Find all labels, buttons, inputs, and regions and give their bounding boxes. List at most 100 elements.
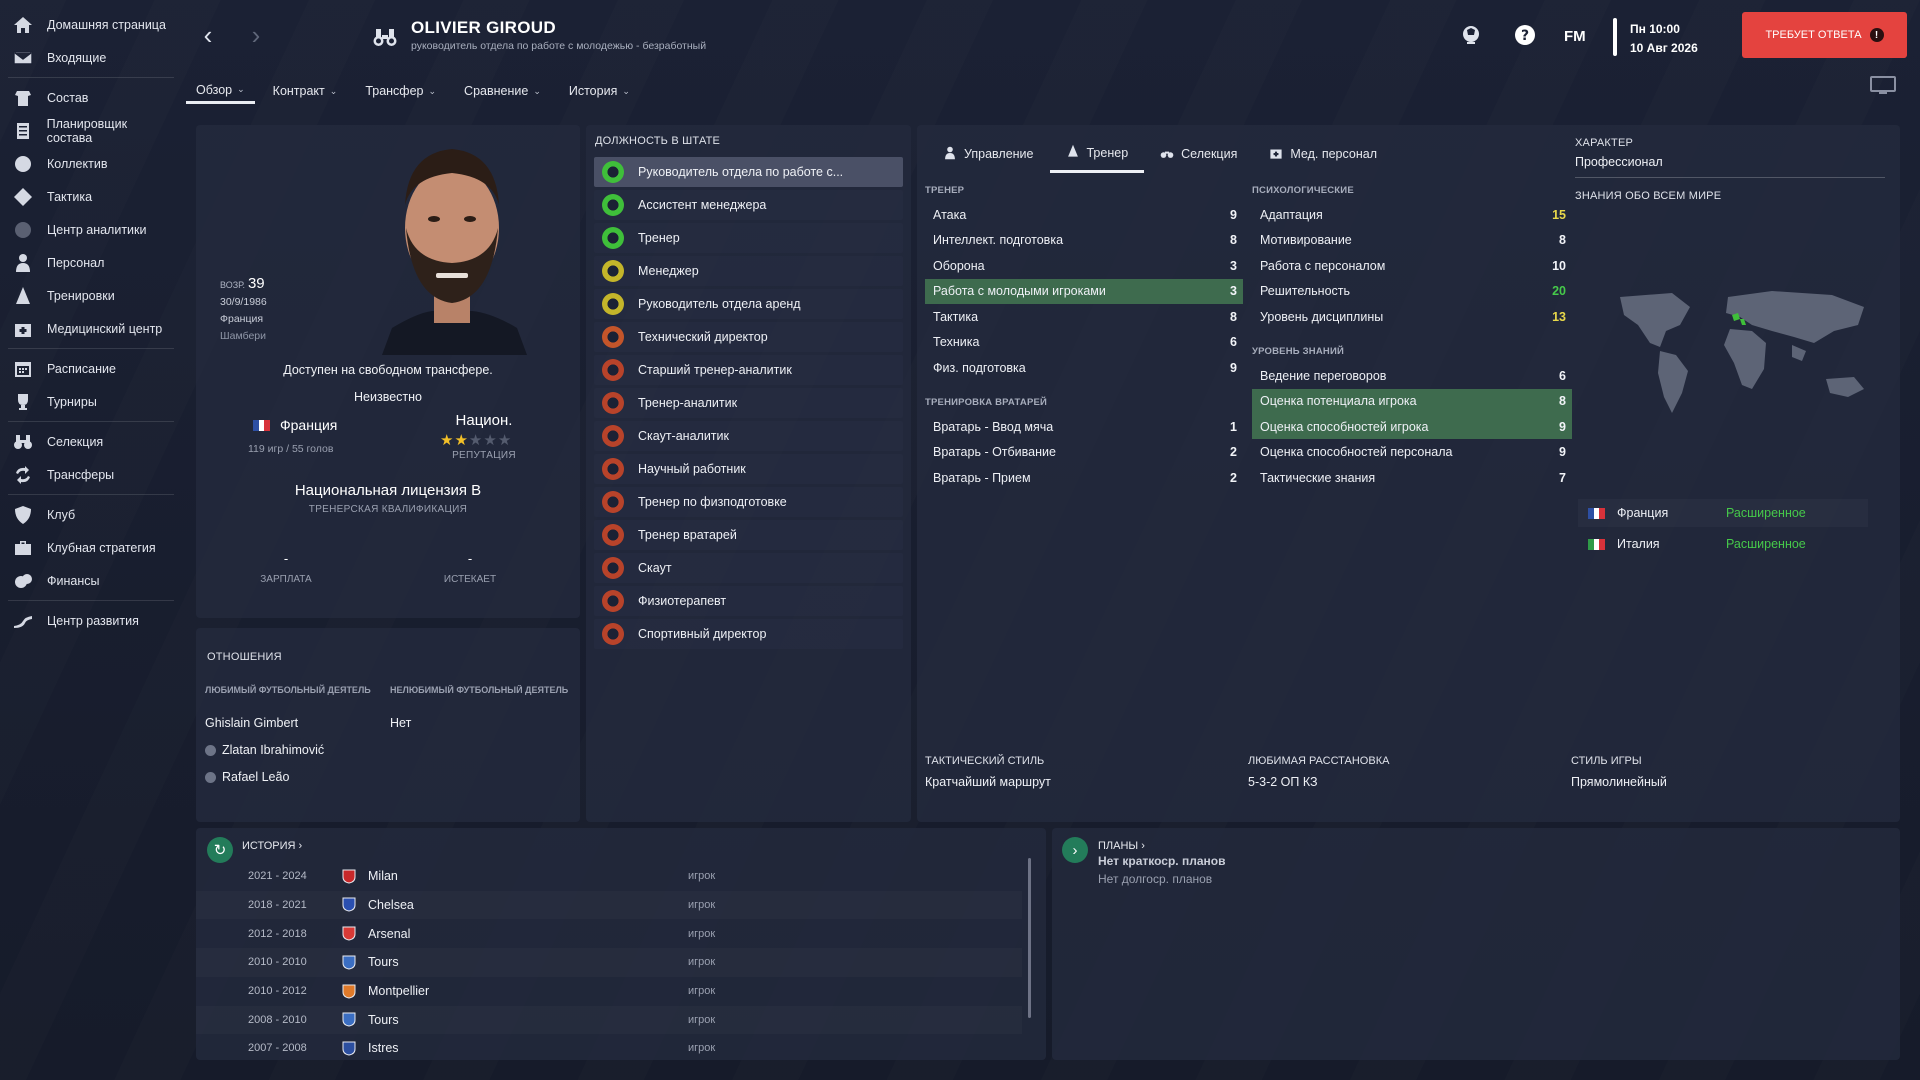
sidebar-item[interactable]: Турниры [0,385,174,418]
sidebar-item[interactable]: Клубная стратегия [0,531,174,564]
fm-logo[interactable]: FM [1564,28,1586,50]
staff-role-item[interactable]: Тренер [594,223,903,253]
tab-0[interactable]: Обзор ⌄ [186,78,255,104]
nation-info[interactable]: Франция [253,417,337,433]
sidebar-item[interactable]: Клуб [0,498,174,531]
language-row[interactable]: Италия Расширенное [1578,530,1868,558]
divider [1613,18,1617,56]
role-label: Тренер [638,231,680,245]
staff-role-item[interactable]: Технический директор [594,322,903,352]
staff-role-item[interactable]: Тренер вратарей [594,520,903,550]
attribute-row[interactable]: Тактика 8 [925,304,1243,329]
attribute-row[interactable]: Интеллект. подготовка 8 [925,228,1243,253]
attr-tab-label: Управление [964,147,1034,161]
history-row[interactable]: 2010 - 2010 Tours игрок [196,948,1022,977]
history-row[interactable]: 2018 - 2021 Chelsea игрок [196,891,1022,920]
favourite-person[interactable]: Zlatan Ibrahimović [205,743,324,757]
tab-1[interactable]: Контракт ⌄ [263,78,348,104]
trophy-icon [12,391,34,413]
tab-2[interactable]: Трансфер ⌄ [355,78,446,104]
back-arrow-icon[interactable]: ‹ [196,22,220,48]
club-badge-icon [342,897,356,912]
sidebar-item[interactable]: Трансферы [0,458,174,491]
staff-role-item[interactable]: Научный работник [594,454,903,484]
staff-role-item[interactable]: Тренер по физподготовке [594,487,903,517]
history-row[interactable]: 2021 - 2024 Milan игрок [196,862,1022,891]
history-row[interactable]: 2008 - 2010 Tours игрок [196,1006,1022,1035]
history-row[interactable]: 2010 - 2012 Montpellier игрок [196,977,1022,1006]
history-scrollbar[interactable] [1028,858,1031,1018]
staff-role-item[interactable]: Тренер-аналитик [594,388,903,418]
sidebar-item[interactable]: Коллектив [0,147,174,180]
staff-role-item[interactable]: Старший тренер-аналитик [594,355,903,385]
sidebar-item[interactable]: Расписание [0,352,174,385]
attribute-row[interactable]: Оборона 3 [925,253,1243,278]
sidebar-item[interactable]: Планировщик состава [0,114,174,147]
sidebar-item[interactable]: Состав [0,81,174,114]
attribute-row[interactable]: Оценка способностей игрока 9 [1252,414,1572,439]
sidebar-item[interactable]: Финансы [0,564,174,597]
plans-title[interactable]: ПЛАНЫ › [1098,840,1145,852]
attribute-row[interactable]: Вратарь - Прием 2 [925,465,1243,490]
attribute-row[interactable]: Адаптация 15 [1252,202,1572,227]
staff-role-item[interactable]: Скаут [594,553,903,583]
history-row[interactable]: 2012 - 2018 Arsenal игрок [196,919,1022,948]
sidebar-item[interactable]: Селекция [0,425,174,458]
attribute-row[interactable]: Работа с молодыми игроками 3 [925,278,1243,304]
sidebar-item[interactable]: Центр аналитики [0,213,174,246]
attribute-row[interactable]: Уровень дисциплины 13 [1252,304,1572,329]
attribute-name: Тактика [933,309,979,324]
history-refresh-icon[interactable]: ↻ [207,837,233,863]
attribute-row[interactable]: Атака 9 [925,202,1243,227]
attr-tab-0[interactable]: Управление [927,135,1050,173]
expires-value: - [467,551,473,566]
globe-ball-icon[interactable] [1460,24,1482,46]
attribute-row[interactable]: Тактические знания 7 [1252,465,1572,490]
sidebar-item[interactable]: Медицинский центр [0,312,174,345]
language-row[interactable]: Франция Расширенное [1578,499,1868,527]
tab-4[interactable]: История ⌄ [559,78,640,104]
help-icon[interactable]: ? [1514,24,1536,46]
attr-tab-3[interactable]: Мед. персонал [1253,135,1393,173]
staff-role-item[interactable]: Ассистент менеджера [594,190,903,220]
staff-role-item[interactable]: Руководитель отдела аренд [594,289,903,319]
staff-role-item[interactable]: Руководитель отдела по работе с... [594,157,903,187]
sidebar-item[interactable]: Тактика [0,180,174,213]
person-icon [205,744,216,756]
attribute-row[interactable]: Оценка способностей персонала 9 [1252,440,1572,465]
requires-response-button[interactable]: ТРЕБУЕТ ОТВЕТА ! [1742,12,1907,58]
calendar-icon [12,358,34,380]
forward-arrow-icon[interactable]: › [244,22,268,48]
tab-3[interactable]: Сравнение ⌄ [454,78,551,104]
star-icon: ★ [497,432,512,449]
sidebar-item[interactable]: Входящие [0,41,174,74]
sidebar-item[interactable]: Персонал [0,246,174,279]
staff-role-item[interactable]: Скаут-аналитик [594,421,903,451]
attribute-row[interactable]: Техника 6 [925,330,1243,355]
attr-tab-2[interactable]: Селекция [1144,135,1253,173]
sidebar-item[interactable]: Домашняя страница [0,8,174,41]
sidebar-item[interactable]: Тренировки [0,279,174,312]
staff-role-item[interactable]: Менеджер [594,256,903,286]
history-row[interactable]: 2007 - 2008 Istres игрок [196,1034,1022,1063]
attribute-row[interactable]: Мотивирование 8 [1252,228,1572,253]
attribute-row[interactable]: Решительность 20 [1252,279,1572,304]
staff-role-item[interactable]: Спортивный директор [594,619,903,649]
staff-role-item[interactable]: Физиотерапевт [594,586,903,616]
monitor-icon[interactable] [1870,76,1896,96]
history-title[interactable]: ИСТОРИЯ › [242,840,302,852]
favourite-person[interactable]: Rafael Leão [205,770,289,784]
binoculars-icon[interactable] [372,26,398,48]
attribute-row[interactable]: Вратарь - Ввод мяча 1 [925,414,1243,439]
favourite-person[interactable]: Ghislain Gimbert [205,716,298,730]
plans-arrow-icon[interactable]: › [1062,837,1088,863]
attr-tab-1[interactable]: Тренер [1049,135,1145,173]
sidebar-item[interactable]: Центр развития [0,604,174,637]
attribute-row[interactable]: Работа с персоналом 10 [1252,253,1572,278]
attribute-row[interactable]: Вратарь - Отбивание 2 [925,440,1243,465]
attribute-row[interactable]: Физ. подготовка 9 [925,355,1243,380]
attribute-row[interactable]: Ведение переговоров 6 [1252,363,1572,388]
attribute-row[interactable]: Оценка потенциала игрока 8 [1252,388,1572,414]
game-datetime[interactable]: Пн 10:00 10 Авг 2026 [1630,20,1698,58]
country-flag-icon [1588,507,1606,519]
